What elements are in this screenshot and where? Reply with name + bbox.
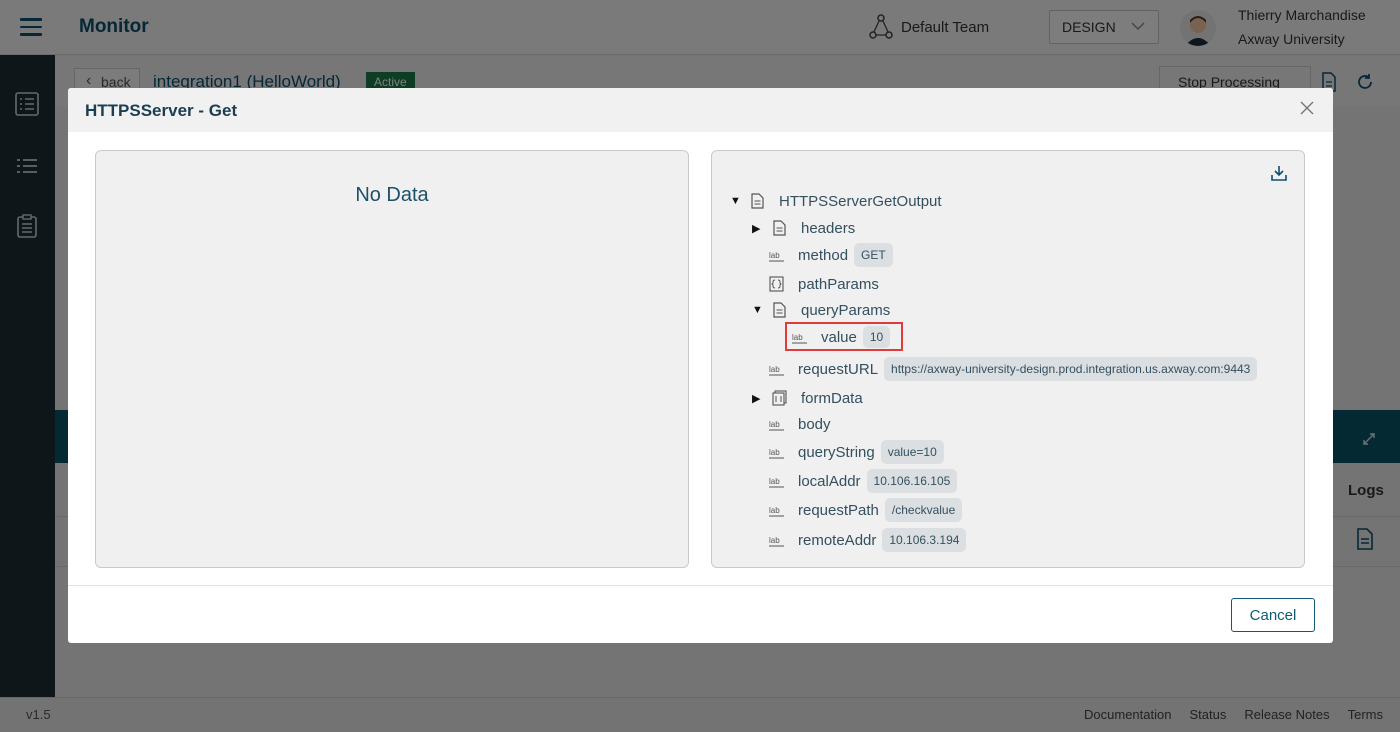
string-type-icon: lab (769, 416, 784, 432)
divider (68, 585, 1333, 586)
tree-node-formData[interactable]: ▶ formData (752, 385, 869, 411)
document-icon (772, 220, 787, 236)
tree-node-label: queryParams (801, 301, 891, 319)
input-panel: No Data (95, 150, 689, 568)
close-icon[interactable] (1299, 100, 1315, 116)
value-pill: https://axway-university-design.prod.int… (884, 357, 1258, 381)
value-pill: 10 (862, 326, 891, 348)
string-type-icon: lab (769, 361, 784, 377)
tree-node-remoteAddr[interactable]: lab remoteAddr 10.106.3.194 (769, 527, 967, 553)
output-panel: ▼ HTTPSServerGetOutput ▶ headers lab met… (711, 150, 1305, 568)
string-type-icon: lab (769, 247, 784, 263)
object-brackets-icon (769, 276, 784, 292)
output-modal: HTTPSServer - Get No Data ▼ HTTPSServerG… (68, 88, 1333, 643)
string-type-icon: lab (769, 502, 784, 518)
tree-node-label: remoteAddr (798, 531, 877, 549)
expanded-triangle-icon[interactable]: ▼ (730, 195, 741, 207)
document-icon (750, 193, 765, 209)
tree-node-method[interactable]: lab method GET (769, 242, 893, 268)
tree-node-label: formData (801, 389, 863, 407)
svg-text:lab: lab (769, 506, 780, 515)
collapsed-triangle-icon[interactable]: ▶ (752, 222, 762, 235)
tree-node-queryParams-value[interactable]: lab value 10 (792, 324, 891, 350)
tree-node-pathParams[interactable]: pathParams (769, 271, 885, 297)
value-pill: /checkvalue (884, 498, 963, 522)
tree-node-label: method (798, 246, 849, 264)
tree-node-label: body (798, 415, 831, 433)
tree-node-label: requestURL (798, 360, 879, 378)
svg-text:lab: lab (792, 333, 803, 342)
cancel-button[interactable]: Cancel (1231, 598, 1315, 632)
tree-node-requestPath[interactable]: lab requestPath /checkvalue (769, 497, 963, 523)
tree-node-headers[interactable]: ▶ headers (752, 215, 861, 241)
string-type-icon: lab (769, 473, 784, 489)
expanded-triangle-icon[interactable]: ▼ (752, 304, 763, 316)
string-type-icon: lab (792, 329, 807, 345)
svg-text:lab: lab (769, 448, 780, 457)
tree-node-label: queryString (798, 443, 875, 461)
svg-text:lab: lab (769, 420, 780, 429)
modal-header: HTTPSServer - Get (68, 88, 1333, 132)
tree-node-label: HTTPSServerGetOutput (779, 192, 942, 210)
array-icon (772, 390, 787, 406)
tree-node-root[interactable]: ▼ HTTPSServerGetOutput (730, 188, 948, 214)
svg-text:lab: lab (769, 536, 780, 545)
document-icon (772, 302, 787, 318)
value-pill: 10.106.3.194 (882, 528, 967, 552)
svg-text:lab: lab (769, 477, 780, 486)
tree-node-label: localAddr (798, 472, 861, 490)
string-type-icon: lab (769, 532, 784, 548)
value-pill: 10.106.16.105 (866, 469, 958, 493)
tree-node-label: headers (801, 219, 856, 237)
tree-node-body[interactable]: lab body (769, 411, 837, 437)
no-data-message: No Data (355, 184, 429, 206)
download-icon[interactable] (1270, 164, 1288, 182)
svg-text:lab: lab (769, 365, 780, 374)
tree-node-localAddr[interactable]: lab localAddr 10.106.16.105 (769, 468, 958, 494)
tree-node-requestURL[interactable]: lab requestURL https://axway-university-… (769, 356, 1258, 382)
string-type-icon: lab (769, 444, 784, 460)
tree-node-label: requestPath (798, 501, 879, 519)
tree-node-queryString[interactable]: lab queryString value=10 (769, 439, 944, 465)
tree-node-label: pathParams (798, 275, 879, 293)
value-pill: GET (854, 243, 893, 267)
svg-text:lab: lab (769, 251, 780, 260)
tree-node-label: value (821, 328, 857, 346)
value-pill: value=10 (880, 440, 944, 464)
modal-title: HTTPSServer - Get (85, 101, 238, 120)
collapsed-triangle-icon[interactable]: ▶ (752, 392, 762, 405)
tree-node-queryParams[interactable]: ▼ queryParams (752, 297, 896, 323)
